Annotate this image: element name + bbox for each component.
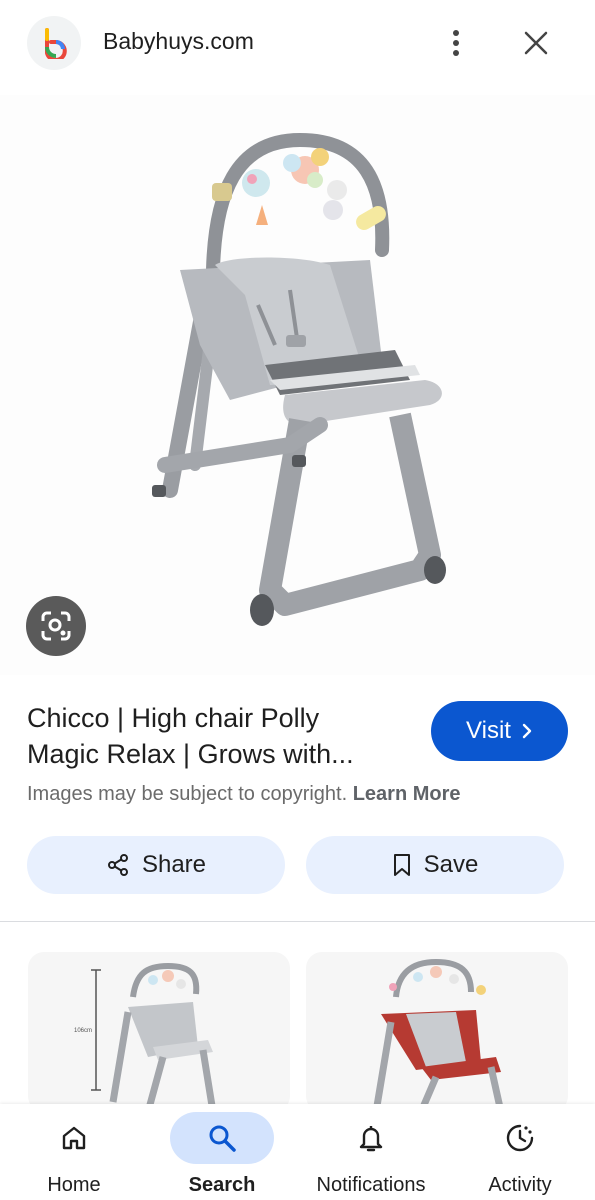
save-label: Save: [423, 851, 479, 878]
close-button[interactable]: [518, 24, 554, 62]
search-icon: [209, 1125, 236, 1152]
nav-activity[interactable]: Activity: [446, 1104, 594, 1200]
share-label: Share: [141, 851, 207, 878]
visit-label: Visit: [466, 717, 511, 744]
chevron-right-icon: [522, 723, 532, 739]
copyright-text: Images may be subject to copyright.: [27, 783, 348, 805]
babyhuys-logo-icon: [45, 28, 67, 59]
nav-search-label: Search: [188, 1174, 256, 1196]
nav-notifications[interactable]: Notifications: [297, 1104, 445, 1200]
site-logo[interactable]: [27, 16, 81, 70]
save-button[interactable]: Save: [306, 836, 564, 894]
result-title-line2: Magic Relax | Grows with...: [27, 739, 354, 769]
result-title[interactable]: Chicco | High chair Polly Magic Relax | …: [27, 700, 412, 772]
nav-home-icon-wrap: [22, 1112, 126, 1164]
bottom-navigation: Home Search Notifications Activity: [0, 1104, 595, 1200]
nav-activity-label: Activity: [488, 1174, 552, 1196]
nav-search[interactable]: Search: [148, 1104, 296, 1200]
high-chair-thumbnail: 106cm: [74, 962, 217, 1112]
lens-search-button[interactable]: [26, 596, 86, 656]
high-chair-illustration: [152, 132, 446, 626]
google-lens-icon: [41, 611, 71, 641]
product-image[interactable]: [0, 95, 595, 675]
learn-more-link[interactable]: Learn More: [353, 783, 461, 805]
site-name[interactable]: Babyhuys.com: [103, 28, 254, 55]
activity-icon: [506, 1124, 534, 1152]
visit-button[interactable]: Visit: [431, 701, 568, 761]
nav-home-label: Home: [47, 1174, 101, 1196]
copyright-notice: Images may be subject to copyright. Lear…: [27, 783, 461, 806]
close-icon: [524, 31, 548, 55]
result-title-line1: Chicco | High chair Polly: [27, 703, 320, 733]
nav-notifications-label: Notifications: [316, 1174, 426, 1196]
nav-search-icon-wrap: [170, 1112, 274, 1164]
home-icon: [62, 1126, 86, 1150]
bell-icon: [359, 1126, 383, 1152]
result-header: Babyhuys.com: [0, 0, 595, 86]
section-divider: [0, 921, 595, 922]
nav-home[interactable]: Home: [0, 1104, 148, 1200]
nav-activity-icon-wrap: [468, 1112, 572, 1164]
nav-notifications-icon-wrap: [319, 1112, 423, 1164]
red-high-chair-thumbnail: [372, 958, 505, 1112]
share-icon: [107, 854, 128, 876]
share-button[interactable]: Share: [27, 836, 285, 894]
related-image-2[interactable]: [306, 952, 568, 1112]
height-label: 106cm: [74, 1028, 92, 1034]
more-options-button[interactable]: [440, 24, 472, 62]
more-vert-icon: [453, 30, 459, 56]
bookmark-icon: [393, 854, 410, 876]
related-image-1[interactable]: 106cm: [28, 952, 290, 1112]
